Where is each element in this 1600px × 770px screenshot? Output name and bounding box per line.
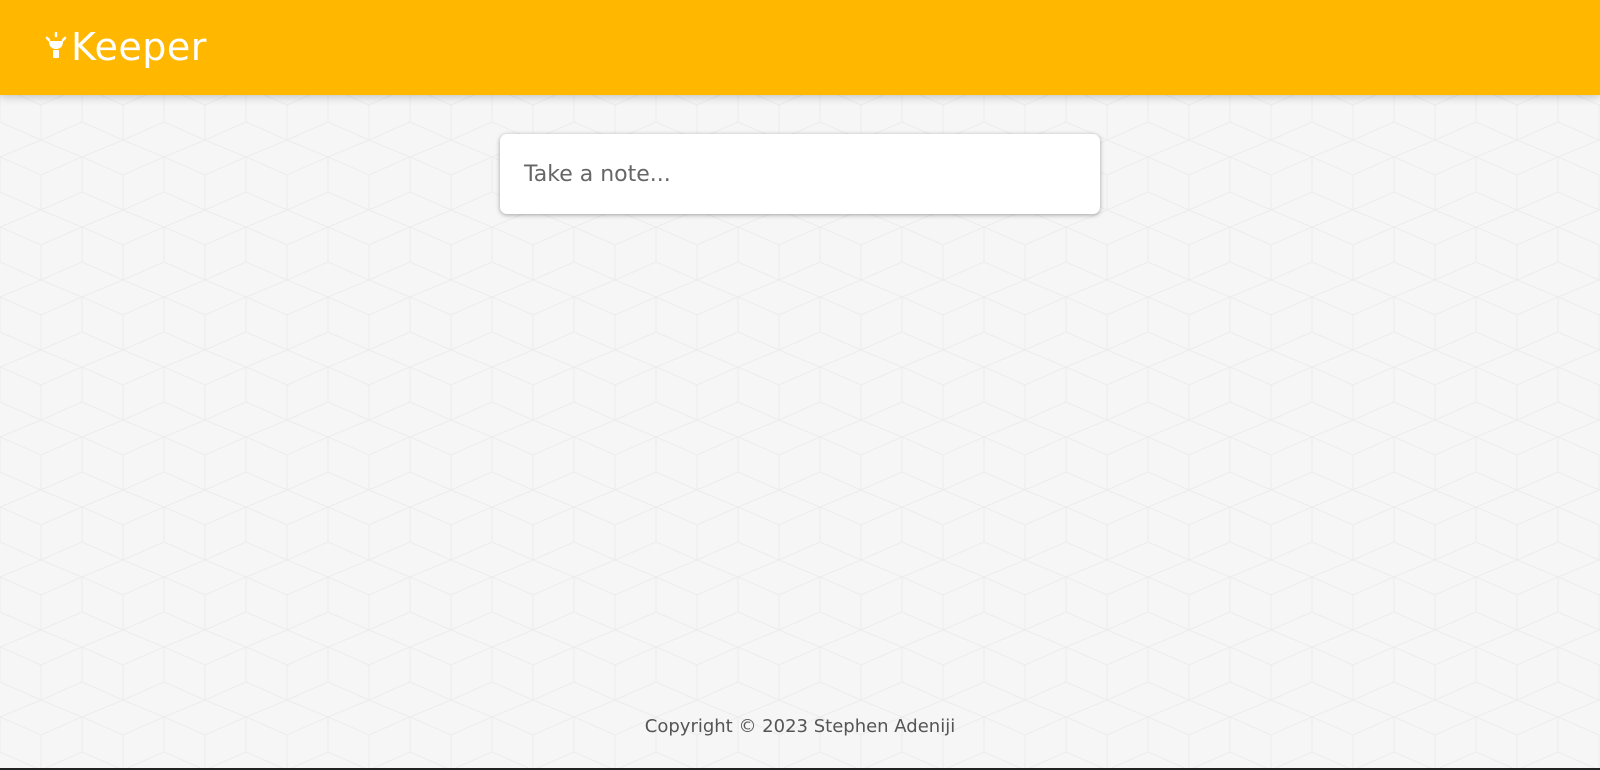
lightbulb-icon [45,31,67,58]
copyright-text: Copyright © 2023 Stephen Adeniji [644,716,956,737]
app-logo[interactable]: Keeper [44,25,207,69]
app-title: Keeper [71,24,207,69]
page-footer: Copyright © 2023 Stephen Adeniji [0,716,1600,737]
take-a-note-input[interactable] [500,134,1100,214]
app-header: Keeper [0,0,1600,95]
create-note-form [500,134,1100,214]
background-pattern [0,0,1600,770]
